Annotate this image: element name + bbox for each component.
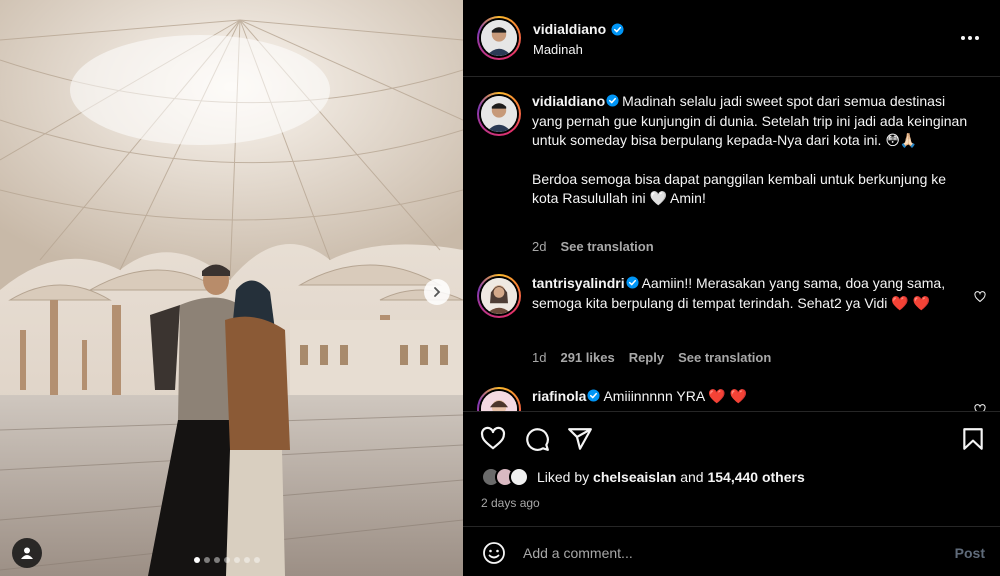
liked-by-user[interactable]: chelseaislan bbox=[593, 469, 676, 485]
carousel-dot bbox=[204, 557, 210, 563]
caption-text-2: Berdoa semoga bisa dapat panggilan kemba… bbox=[532, 170, 947, 207]
comment-username[interactable]: riafinola bbox=[532, 388, 586, 404]
verified-badge-icon bbox=[611, 22, 624, 36]
more-icon bbox=[961, 36, 965, 40]
avatar-image bbox=[481, 391, 517, 411]
see-translation-link[interactable]: See translation bbox=[560, 239, 653, 254]
post-actions: Liked by chelseaislan and 154,440 others… bbox=[463, 411, 1000, 526]
avatar-image bbox=[481, 278, 517, 314]
post-comment-button[interactable]: Post bbox=[955, 545, 985, 561]
comment-likes[interactable]: 291 likes bbox=[560, 350, 614, 365]
verified-badge-icon bbox=[587, 389, 601, 402]
see-translation-link[interactable]: See translation bbox=[678, 350, 771, 365]
avatar-image bbox=[481, 96, 517, 132]
save-bookmark-icon[interactable] bbox=[960, 426, 986, 452]
add-comment-bar: Post bbox=[463, 526, 1000, 576]
user-icon bbox=[21, 547, 33, 559]
likes-and: and bbox=[680, 469, 704, 485]
post-media[interactable] bbox=[0, 0, 463, 576]
likes-others[interactable]: 154,440 others bbox=[707, 469, 804, 485]
author-username[interactable]: vidialdiano bbox=[533, 21, 606, 37]
carousel-dot bbox=[214, 557, 220, 563]
verified-badge-icon bbox=[606, 94, 619, 107]
caption-username[interactable]: vidialdiano bbox=[532, 93, 605, 109]
liker-avatar bbox=[509, 467, 529, 487]
carousel-dot bbox=[234, 557, 240, 563]
like-comment-heart-icon[interactable] bbox=[974, 404, 986, 411]
likes-text: Liked by chelseaislan and 154,440 others bbox=[537, 469, 805, 485]
comment-meta: 1d 291 likes Reply See translation bbox=[532, 350, 771, 365]
likes-summary[interactable]: Liked by chelseaislan and 154,440 others bbox=[481, 467, 805, 487]
author-name-row: vidialdiano bbox=[533, 21, 624, 37]
carousel-dot bbox=[254, 557, 260, 563]
carousel-dot bbox=[194, 557, 200, 563]
post-location[interactable]: Madinah bbox=[533, 42, 583, 57]
carousel-dot bbox=[244, 557, 250, 563]
caption-time[interactable]: 2d bbox=[532, 239, 546, 254]
share-icon[interactable] bbox=[567, 426, 593, 452]
comment-text-block: riafinola Amiiinnnnn YRA ❤️ ❤️ bbox=[532, 387, 972, 407]
tagged-users-button[interactable] bbox=[12, 538, 42, 568]
comments-section[interactable]: vidialdiano Madinah selalu jadi sweet spo… bbox=[463, 78, 1000, 411]
comment-icon[interactable] bbox=[524, 426, 550, 452]
caption-text-block: vidialdiano Madinah selalu jadi sweet spo… bbox=[532, 92, 972, 209]
post-details-panel: vidialdiano Madinah vidialdiano Madinah … bbox=[463, 0, 1000, 576]
comment-avatar[interactable] bbox=[477, 274, 521, 318]
chevron-right-icon bbox=[434, 287, 441, 297]
verified-badge-icon bbox=[626, 276, 639, 289]
emoji-icon[interactable] bbox=[482, 541, 506, 565]
comment-avatar[interactable] bbox=[477, 387, 521, 411]
caption-avatar[interactable] bbox=[477, 92, 521, 136]
caption-meta: 2d See translation bbox=[532, 239, 654, 254]
author-avatar[interactable] bbox=[477, 16, 521, 60]
avatar-image bbox=[481, 20, 517, 56]
more-options-button[interactable] bbox=[960, 30, 980, 46]
likes-prefix: Liked by bbox=[537, 469, 590, 485]
comment-text-block: tantrisyalindri Aamiin!! Merasakan yang s… bbox=[532, 274, 972, 313]
comment-input[interactable] bbox=[523, 541, 923, 565]
post-photo bbox=[0, 0, 463, 576]
post-header: vidialdiano Madinah bbox=[463, 0, 1000, 77]
carousel-indicator bbox=[194, 557, 260, 563]
post-date[interactable]: 2 days ago bbox=[481, 496, 540, 510]
comment-text: Amiiinnnnn YRA ❤️ ❤️ bbox=[603, 388, 748, 404]
like-heart-icon[interactable] bbox=[480, 426, 506, 452]
comment-username[interactable]: tantrisyalindri bbox=[532, 275, 625, 291]
carousel-dot bbox=[224, 557, 230, 563]
reply-button[interactable]: Reply bbox=[629, 350, 664, 365]
like-comment-heart-icon[interactable] bbox=[974, 291, 986, 303]
carousel-next-button[interactable] bbox=[424, 279, 450, 305]
comment-time[interactable]: 1d bbox=[532, 350, 546, 365]
